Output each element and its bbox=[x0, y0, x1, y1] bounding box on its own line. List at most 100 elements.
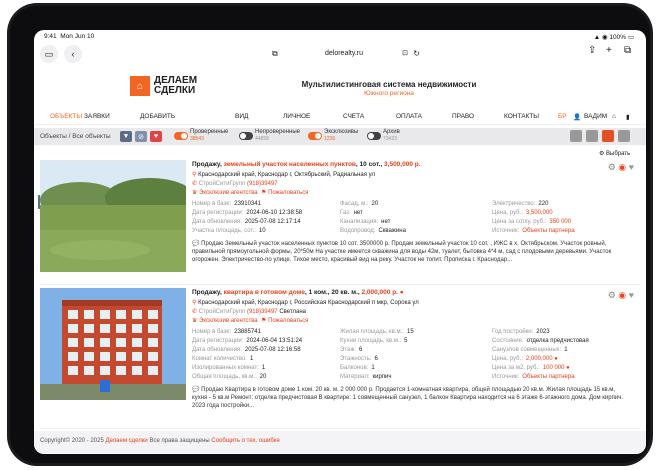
toggle-exclusive[interactable] bbox=[308, 132, 322, 140]
tab-overview-icon[interactable]: ⧉ bbox=[624, 45, 631, 56]
site-logo[interactable]: ⌂ ДЕЛАЕМ СДЕЛКИ bbox=[130, 76, 197, 96]
view-grid-icon[interactable] bbox=[602, 130, 614, 142]
view-map-icon[interactable] bbox=[618, 130, 630, 142]
phone-icon: ✆ bbox=[192, 309, 198, 315]
pin-icon: ⚲ bbox=[192, 300, 197, 306]
battery-level: 100% bbox=[609, 34, 627, 41]
complain-link[interactable]: Пожаловаться bbox=[268, 318, 308, 324]
time: 9:41 bbox=[44, 33, 57, 40]
listing-card: ⚙ ◉ ♥ Продажу, земельный участок населен… bbox=[40, 160, 640, 285]
site-header: ⌂ ДЕЛАЕМ СДЕЛКИ Мультилистинговая систем… bbox=[34, 68, 646, 108]
filter-icon[interactable]: ▼ bbox=[120, 131, 132, 142]
toggle-unverified-label: Непроверенные 44858 bbox=[255, 129, 300, 143]
status-bar: 9:41 Mon Jun 10 ▲ ◉ 100% ▭ bbox=[34, 30, 646, 42]
nav-contacts[interactable]: КОНТАКТЫ bbox=[504, 113, 539, 120]
nav-requests[interactable]: ЗАЯВКИ bbox=[84, 113, 110, 120]
browser-toolbar: ▭ ‹ ⧉ delorealty.ru ⊡ ↻ ⇪ + ⧉ bbox=[34, 42, 646, 66]
address-bar[interactable]: ⧉ delorealty.ru ⊡ ↻ bbox=[264, 47, 424, 61]
nav-payment[interactable]: ОПЛАТА bbox=[396, 113, 422, 120]
reload-icon[interactable]: ↻ bbox=[413, 47, 420, 61]
title-type: земельный участок населенных пунктов bbox=[223, 161, 356, 168]
nav-law[interactable]: ПРАВО bbox=[452, 113, 474, 120]
field-value: 20 bbox=[259, 374, 267, 380]
favorite-icon[interactable]: ♥ bbox=[629, 290, 634, 300]
listing-title[interactable]: Продажу, земельный участок населенных пу… bbox=[192, 161, 421, 168]
nav-view[interactable]: ВИД bbox=[235, 113, 248, 120]
eye-icon[interactable]: ◉ bbox=[618, 290, 626, 300]
lock-icon[interactable]: ⌂ bbox=[612, 113, 616, 120]
field-value[interactable]: Объекты партнера bbox=[522, 374, 574, 380]
field: Этажность: 6 bbox=[340, 356, 378, 362]
filter-clear-icon[interactable]: ⊘ bbox=[135, 131, 147, 142]
nav-user[interactable]: ВАДИМ bbox=[584, 113, 607, 120]
tabs-icon[interactable]: ⧉ bbox=[272, 47, 278, 61]
listing-description: 💬 Продаю Земельный участок населенных пу… bbox=[192, 240, 630, 264]
nav-accounts[interactable]: СЧЕТА bbox=[343, 113, 364, 120]
field: Цена за м2, руб.: 100 000 ● bbox=[492, 365, 570, 371]
bezel: 9:41 Mon Jun 10 ▲ ◉ 100% ▭ ▭ ‹ ⧉ delorea… bbox=[10, 6, 650, 463]
logo-line-2: СДЕЛКИ bbox=[154, 85, 196, 96]
building-photo bbox=[40, 288, 186, 400]
field: Фасад, м.: 20 bbox=[340, 201, 378, 207]
title-type: квартира в готовом доме bbox=[223, 289, 306, 296]
footer-brand-link[interactable]: Делаем сделки bbox=[105, 438, 147, 444]
nav-bp[interactable]: БР bbox=[558, 113, 567, 120]
field-value[interactable]: Объекты партнера bbox=[522, 228, 574, 234]
eye-icon[interactable]: ◉ bbox=[618, 162, 626, 172]
select-control[interactable]: ⚙ Выбрать bbox=[599, 150, 630, 157]
listing-photo[interactable] bbox=[40, 288, 186, 400]
toggle-archive[interactable] bbox=[367, 132, 381, 140]
new-tab-icon[interactable]: + bbox=[606, 45, 612, 56]
field-key: Дата регистрации: bbox=[192, 338, 244, 344]
exclusive-label: Эксклюзивы bbox=[324, 129, 359, 135]
favorites-icon[interactable]: ♥ bbox=[150, 131, 162, 142]
agency-phone[interactable]: (918)39497 bbox=[247, 309, 278, 315]
reader-icon[interactable]: ⊡ bbox=[402, 47, 408, 61]
field-key: Комнат количество: bbox=[192, 356, 247, 362]
field-value: нет bbox=[381, 219, 391, 225]
title-size: , 10 сот., bbox=[355, 161, 383, 168]
crown-icon: ♛ bbox=[192, 190, 198, 196]
toggle-verified[interactable] bbox=[174, 132, 188, 140]
user-icon[interactable]: 👤 bbox=[573, 113, 581, 121]
field-key: Электричество: bbox=[492, 201, 536, 207]
view-compact-icon[interactable] bbox=[586, 130, 598, 142]
view-list-icon[interactable] bbox=[570, 130, 582, 142]
favorite-icon[interactable]: ♥ bbox=[629, 162, 634, 172]
agency-phone[interactable]: (918)39497 bbox=[247, 181, 278, 187]
nav-personal[interactable]: ЛИЧНОЕ bbox=[283, 113, 310, 120]
copyright: Copyright© 2020 - 2025 bbox=[40, 438, 104, 444]
archive-label: Архив bbox=[383, 129, 400, 135]
share-icon[interactable]: ⇪ bbox=[588, 45, 596, 56]
listing-actions: ⚙ ◉ ♥ bbox=[608, 162, 634, 173]
listing-title[interactable]: Продажу, квартира в готовом доме, 1 ком.… bbox=[192, 289, 404, 296]
field-value: 1 bbox=[371, 365, 375, 371]
screen: 9:41 Mon Jun 10 ▲ ◉ 100% ▭ ▭ ‹ ⧉ delorea… bbox=[34, 30, 646, 454]
settings-icon[interactable]: ⚙ bbox=[608, 162, 616, 172]
address-text: Краснодарский край, Краснодар г, Российс… bbox=[198, 300, 419, 306]
field-value: 23885741 bbox=[234, 329, 261, 335]
listing-photo[interactable] bbox=[40, 160, 186, 272]
listing-agency: ✆ СтройСитиГрупп (918)39497 bbox=[192, 180, 278, 187]
field-value: 2025-07-08 12:17:14 bbox=[244, 219, 301, 225]
bookmark-icon[interactable]: ▮ bbox=[626, 113, 630, 121]
footer-text: Copyright© 2020 - 2025 Делаем сделки Все… bbox=[40, 438, 280, 444]
nav-add[interactable]: ДОБАВИТЬ bbox=[140, 113, 175, 120]
report-error-link[interactable]: Сообщить о тех. ошибке bbox=[211, 438, 279, 444]
field-value: 100 000 ● bbox=[542, 365, 570, 371]
complain-link[interactable]: Пожаловаться bbox=[268, 190, 308, 196]
back-icon[interactable]: ‹ bbox=[64, 45, 82, 63]
select-label: Выбрать bbox=[606, 151, 631, 157]
listing-agency: ✆ СтройСитиГрупп (918)39497 Светлана bbox=[192, 308, 306, 315]
field-key: Цена, руб.: bbox=[492, 210, 523, 216]
field: Цена за сотку, руб.: 350 000 bbox=[492, 219, 571, 225]
contact-name: Светлана bbox=[279, 309, 307, 315]
field: Санузлов совмещенных: 1 bbox=[492, 347, 568, 353]
listing-address: ⚲ Краснодарский край, Краснодар г, Росси… bbox=[192, 299, 419, 306]
field: Участка площадь, сот.: 10 bbox=[192, 228, 266, 234]
toggle-unverified[interactable] bbox=[239, 132, 253, 140]
settings-icon[interactable]: ⚙ bbox=[608, 290, 616, 300]
sidebar-icon[interactable]: ▭ bbox=[40, 45, 58, 63]
field: Дата обновления: 2025-07-08 12:17:14 bbox=[192, 219, 301, 225]
nav-objects[interactable]: ОБЪЕКТЫ bbox=[50, 113, 82, 120]
